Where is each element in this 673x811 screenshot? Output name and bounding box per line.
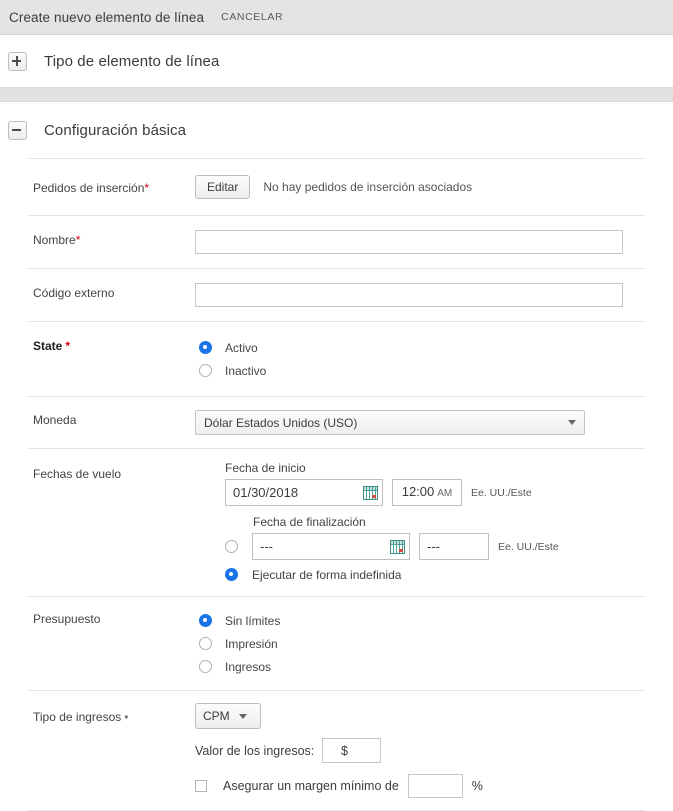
end-date-input[interactable]: --- — [252, 533, 410, 560]
radio-label-run-indefinitely: Ejecutar de forma indefinida — [252, 567, 402, 582]
name-field-wrap — [195, 230, 673, 254]
start-date-value: 01/30/2018 — [233, 485, 299, 500]
form-row-state: State * Activo Inactivo — [0, 322, 673, 396]
minus-icon[interactable] — [8, 120, 27, 140]
chevron-down-icon — [238, 713, 247, 719]
end-date-line: --- --- Ee. UU./Este — [225, 533, 673, 560]
insertion-orders-status: No hay pedidos de inserción asociados — [263, 180, 473, 194]
currency-symbol: $ — [341, 743, 348, 758]
radio-icon-inactive[interactable] — [199, 364, 212, 377]
radio-icon-active[interactable] — [199, 341, 212, 354]
required-asterisk: * — [144, 181, 150, 195]
label-state-text: State — [33, 339, 63, 353]
radio-option-state-inactive[interactable]: Inactivo — [199, 359, 673, 382]
label-end-date: Fecha de finalización — [253, 515, 366, 529]
name-input[interactable] — [195, 230, 623, 254]
revenue-type-select-value: CPM — [203, 709, 230, 723]
revenue-value-line: Valor de los ingresos: $ — [195, 738, 673, 764]
edit-insertion-orders-button[interactable]: Editar — [195, 175, 251, 199]
end-time-input[interactable]: --- — [419, 533, 489, 560]
minimum-margin-checkbox[interactable] — [195, 780, 207, 792]
required-marker: • — [124, 710, 129, 724]
currency-select-value: Dólar Estados Unidos (USO) — [204, 415, 358, 430]
form-row-currency: Moneda Dólar Estados Unidos (USO) — [0, 397, 673, 448]
radio-option-budget-revenue[interactable]: Ingresos — [199, 655, 673, 678]
radio-icon-run-indefinitely[interactable] — [225, 568, 238, 581]
label-name-text: Nombre — [33, 233, 76, 247]
radio-icon-end-date[interactable] — [225, 540, 238, 553]
radio-option-run-indefinitely[interactable]: Ejecutar de forma indefinida — [225, 563, 673, 586]
flight-dates-field: Fecha de inicio 01/30/2018 12:00 AM Ee. … — [195, 461, 673, 586]
end-timezone-label: Ee. UU./Este — [498, 540, 559, 553]
flight-end-group: Fecha de finalización --- --- Ee. UU./Es… — [225, 515, 673, 586]
revenue-type-select[interactable]: CPM — [195, 703, 261, 729]
section-title-line-item-type: Tipo de elemento de línea — [44, 52, 220, 70]
minimum-margin-input[interactable] — [407, 774, 463, 798]
start-time-meridiem: AM — [437, 488, 453, 499]
radio-label-budget-revenue: Ingresos — [225, 659, 272, 674]
form-row-flight-dates: Fechas de vuelo Fecha de inicio 01/30/20… — [0, 449, 673, 596]
label-name: Nombre* — [33, 230, 195, 247]
state-radio-group: Activo Inactivo — [195, 336, 673, 382]
revenue-type-field: CPM Valor de los ingresos: $ Asegurar un… — [195, 703, 673, 798]
end-time-value: --- — [427, 539, 440, 554]
radio-label-budget-impressions: Impresión — [225, 636, 278, 651]
label-insertion-orders: Pedidos de inserción* — [33, 175, 195, 195]
form-row-external-code: Código externo — [0, 269, 673, 321]
label-state: State * — [33, 336, 195, 353]
section-header-basic-settings[interactable]: Configuración básica — [0, 102, 673, 158]
label-start-date: Fecha de inicio — [225, 461, 306, 475]
minimum-margin-line: Asegurar un margen mínimo de % — [195, 774, 673, 798]
calendar-icon[interactable] — [390, 539, 405, 554]
flight-start-group: Fecha de inicio 01/30/2018 12:00 AM Ee. … — [225, 461, 673, 506]
label-revenue-type-text: Tipo de ingresos — [33, 710, 122, 724]
label-external-code: Código externo — [33, 286, 115, 300]
form-row-insertion-orders: Pedidos de inserción* Editar No hay pedi… — [0, 159, 673, 215]
start-date-line: 01/30/2018 12:00 AM Ee. UU./Este — [225, 479, 673, 506]
currency-field-wrap: Dólar Estados Unidos (USO) — [195, 410, 673, 435]
radio-option-budget-impressions[interactable]: Impresión — [199, 632, 673, 655]
start-timezone-label: Ee. UU./Este — [471, 486, 532, 499]
radio-label-active: Activo — [225, 340, 258, 355]
radio-icon-budget-impressions[interactable] — [199, 637, 212, 650]
revenue-value-input[interactable]: $ — [322, 738, 381, 763]
form-row-revenue-type: Tipo de ingresos • CPM Valor de los ingre… — [0, 691, 673, 810]
window-title-bar: Create nuevo elemento de línea CANCELAR — [0, 0, 673, 35]
radio-icon-budget-revenue[interactable] — [199, 660, 212, 673]
label-revenue-type: Tipo de ingresos • — [33, 703, 195, 724]
minimum-margin-label: Asegurar un margen mínimo de — [223, 779, 399, 793]
radio-label-inactive: Inactivo — [225, 363, 267, 378]
budget-radio-group: Sin límites Impresión Ingresos — [195, 609, 673, 678]
insertion-orders-field: Editar No hay pedidos de inserción asoci… — [195, 175, 673, 199]
external-code-field-wrap — [195, 283, 673, 307]
start-time-input[interactable]: 12:00 AM — [392, 479, 462, 506]
label-flight-dates: Fechas de vuelo — [33, 467, 122, 481]
radio-icon-budget-unlimited[interactable] — [199, 614, 212, 627]
label-insertion-orders-text: Pedidos de inserción — [33, 181, 145, 195]
percent-symbol: % — [471, 779, 483, 793]
section-title-basic-settings: Configuración básica — [44, 121, 187, 139]
currency-select[interactable]: Dólar Estados Unidos (USO) — [195, 410, 585, 435]
form-row-budget: Presupuesto Sin límites Impresión Ingres… — [0, 597, 673, 690]
label-budget: Presupuesto — [33, 612, 101, 626]
section-header-line-item-type[interactable]: Tipo de elemento de línea — [0, 35, 673, 87]
form-row-name: Nombre* — [0, 216, 673, 268]
chevron-down-icon — [568, 420, 576, 425]
end-date-value: --- — [260, 539, 273, 554]
required-asterisk: * — [65, 339, 71, 353]
page-title: Create nuevo elemento de línea — [9, 9, 205, 25]
radio-option-budget-unlimited[interactable]: Sin límites — [199, 609, 673, 632]
radio-label-budget-unlimited: Sin límites — [225, 613, 281, 628]
cancel-link[interactable]: CANCELAR — [221, 11, 283, 23]
required-asterisk: * — [75, 233, 81, 247]
revenue-value-label: Valor de los ingresos: — [195, 744, 315, 758]
label-currency: Moneda — [33, 413, 77, 427]
start-time-value: 12:00 — [401, 484, 435, 499]
calendar-icon[interactable] — [363, 485, 378, 500]
start-date-input[interactable]: 01/30/2018 — [225, 479, 383, 506]
plus-icon[interactable] — [8, 51, 27, 71]
external-code-input[interactable] — [195, 283, 623, 307]
radio-option-state-active[interactable]: Activo — [199, 336, 673, 359]
section-divider-band — [0, 87, 673, 102]
